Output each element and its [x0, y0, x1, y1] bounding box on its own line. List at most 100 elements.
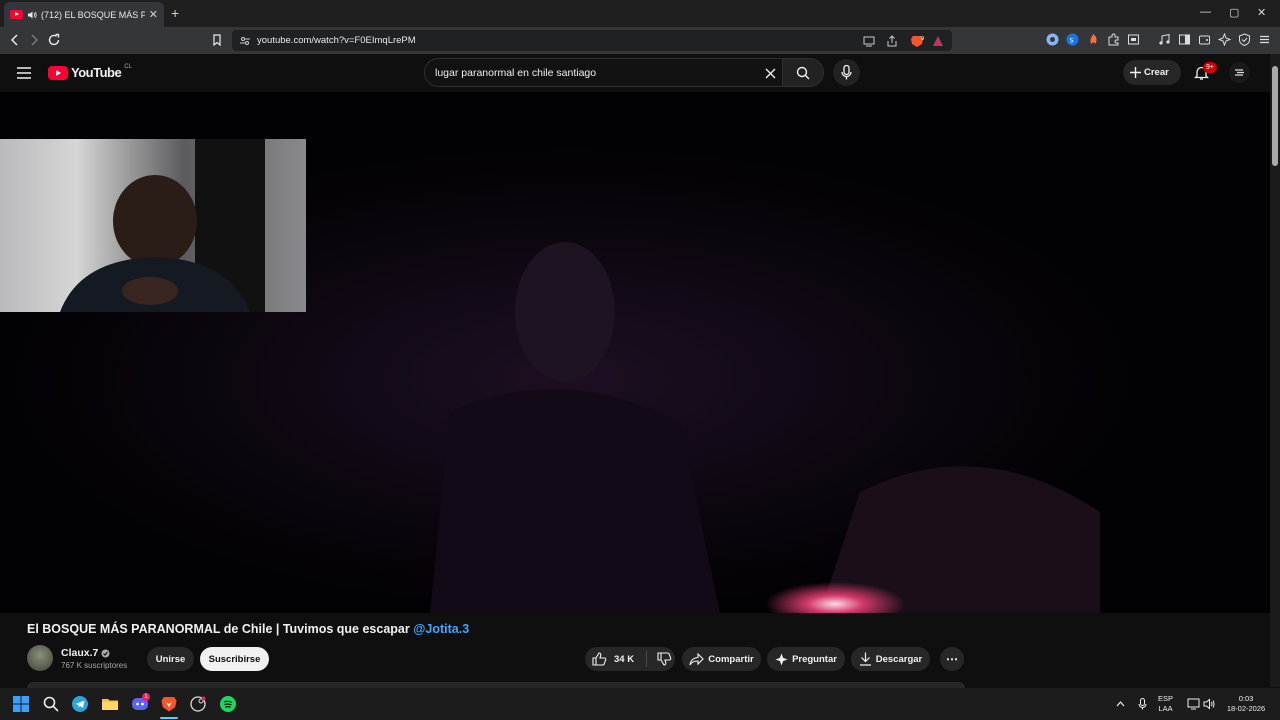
more-actions-button[interactable]: ⋯ [940, 647, 964, 671]
minimize-button[interactable]: — [1200, 6, 1211, 18]
new-tab-button[interactable]: + [171, 5, 179, 21]
share-button[interactable]: Compartir [682, 647, 761, 671]
youtube-logo-text: YouTube [71, 65, 122, 80]
language-bottom: LAA [1158, 704, 1173, 713]
extension-translate-icon[interactable]: s [1066, 33, 1079, 46]
country-code: CL [124, 63, 132, 70]
back-icon[interactable] [8, 33, 22, 47]
youtube-logo[interactable]: YouTube CL [48, 63, 132, 80]
subscribe-label: Suscribirse [208, 653, 261, 665]
account-avatar[interactable] [1229, 62, 1250, 83]
video-title-text: El BOSQUE MÁS PARANORMAL de Chile | Tuvi… [27, 622, 410, 636]
voice-search-button[interactable] [833, 59, 860, 86]
windows-taskbar: 1 ESP LAA 0:03 18-02-2026 [0, 688, 1280, 720]
share-page-icon[interactable] [886, 35, 898, 47]
youtube-masthead: YouTube CL lugar paranormal en chile san… [0, 54, 1270, 92]
account-logo-icon [1235, 69, 1244, 76]
extension-google-icon[interactable] [1046, 33, 1059, 46]
telegram-icon[interactable] [72, 696, 88, 712]
speaker-icon[interactable] [27, 10, 37, 20]
notification-count-badge: 9+ [1203, 62, 1217, 73]
close-window-button[interactable]: ✕ [1257, 6, 1266, 19]
extensions-puzzle-icon[interactable] [1107, 33, 1120, 46]
brave-browser-icon[interactable] [161, 696, 177, 712]
download-button[interactable]: Descargar [851, 647, 930, 671]
title-mention-link[interactable]: @Jotita.3 [413, 622, 469, 636]
reload-icon[interactable] [47, 33, 61, 47]
sidebar-icon[interactable] [1178, 33, 1191, 46]
channel-name[interactable]: Claux.7 [61, 647, 110, 659]
tab-close-icon[interactable]: ✕ [149, 8, 158, 21]
extension-box-icon[interactable] [1127, 33, 1140, 46]
channel-name-text[interactable]: Claux.7 [61, 647, 98, 659]
discord-badge: 1 [142, 693, 150, 701]
webcam-person-image [60, 139, 265, 312]
clock-date: 18-02-2026 [1226, 704, 1266, 713]
vpn-shield-icon[interactable] [1238, 33, 1251, 46]
brave-rewards-icon[interactable] [932, 35, 944, 47]
more-actions-icon: ⋯ [946, 652, 958, 666]
file-explorer-icon[interactable] [102, 696, 118, 712]
volume-icon[interactable] [1203, 698, 1216, 710]
bookmark-icon[interactable] [210, 33, 224, 47]
svg-text:9: 9 [921, 36, 924, 42]
search-button[interactable] [782, 58, 824, 87]
active-app-indicator [160, 717, 178, 719]
steam-like-icon[interactable] [190, 696, 206, 712]
plus-icon [1130, 67, 1141, 78]
tray-microphone-icon[interactable] [1138, 698, 1147, 710]
join-button[interactable]: Unirse [147, 647, 194, 671]
clock[interactable]: 0:03 18-02-2026 [1224, 694, 1268, 714]
scrollbar-thumb[interactable] [1272, 66, 1278, 166]
cast-icon[interactable] [863, 35, 875, 47]
subscribe-button[interactable]: Suscribirse [200, 647, 269, 671]
sparkle-icon [775, 653, 788, 665]
wallet-icon[interactable] [1198, 33, 1211, 46]
create-button[interactable]: Crear [1123, 60, 1181, 85]
browser-menu-icon[interactable] [1258, 33, 1271, 46]
ask-label: Preguntar [792, 653, 837, 665]
language-indicator[interactable]: ESP LAA [1158, 694, 1173, 714]
search-input[interactable]: lugar paranormal en chile santiago [424, 58, 783, 87]
leo-ai-icon[interactable] [1218, 33, 1231, 46]
hamburger-menu-icon[interactable] [17, 67, 31, 79]
create-label: Crear [1144, 67, 1169, 78]
video-player[interactable] [0, 92, 1270, 613]
show-hidden-icons-icon[interactable] [1116, 700, 1125, 707]
browser-tab-strip: (712) EL BOSQUE MÁS PARAN ✕ + — ▢ ✕ [0, 0, 1280, 27]
brave-shields-icon[interactable]: 9 [910, 35, 924, 47]
maximize-button[interactable]: ▢ [1229, 6, 1239, 19]
page-scrollbar[interactable] [1270, 54, 1280, 687]
like-icon[interactable] [592, 652, 607, 666]
like-dislike-group: 34 K [585, 647, 675, 671]
language-top: ESP [1158, 694, 1174, 703]
address-bar[interactable]: youtube.com/watch?v=F0EImqLrePM 9 [232, 30, 952, 51]
dislike-icon[interactable] [657, 652, 672, 666]
ask-button[interactable]: Preguntar [767, 647, 845, 671]
windows-start-icon[interactable] [13, 696, 29, 712]
media-controls-icon[interactable] [1158, 33, 1171, 46]
like-count[interactable]: 34 K [614, 654, 634, 665]
microphone-icon [841, 65, 852, 80]
forward-icon[interactable] [27, 33, 41, 47]
clear-search-icon[interactable] [765, 68, 776, 79]
taskbar-search-icon[interactable] [43, 696, 59, 712]
svg-text:s: s [1070, 36, 1074, 45]
search-query-text[interactable]: lugar paranormal en chile santiago [435, 67, 596, 79]
channel-avatar[interactable] [27, 645, 53, 671]
verified-badge-icon [101, 649, 110, 657]
video-title: El BOSQUE MÁS PARANORMAL de Chile | Tuvi… [27, 622, 469, 636]
spotify-icon[interactable] [220, 696, 236, 712]
browser-tab-youtube[interactable]: (712) EL BOSQUE MÁS PARAN ✕ [4, 2, 164, 27]
tab-title: (712) EL BOSQUE MÁS PARAN [41, 9, 145, 20]
site-info-icon[interactable] [239, 35, 251, 47]
share-icon [689, 652, 705, 665]
network-icon[interactable] [1187, 698, 1200, 710]
youtube-favicon-icon [10, 10, 23, 19]
clock-time: 0:03 [1238, 694, 1254, 703]
extension-fire-icon[interactable] [1087, 33, 1100, 46]
share-label: Compartir [708, 653, 754, 665]
url-text[interactable]: youtube.com/watch?v=F0EImqLrePM [257, 35, 416, 46]
search-icon [796, 66, 810, 80]
download-icon [859, 652, 871, 666]
